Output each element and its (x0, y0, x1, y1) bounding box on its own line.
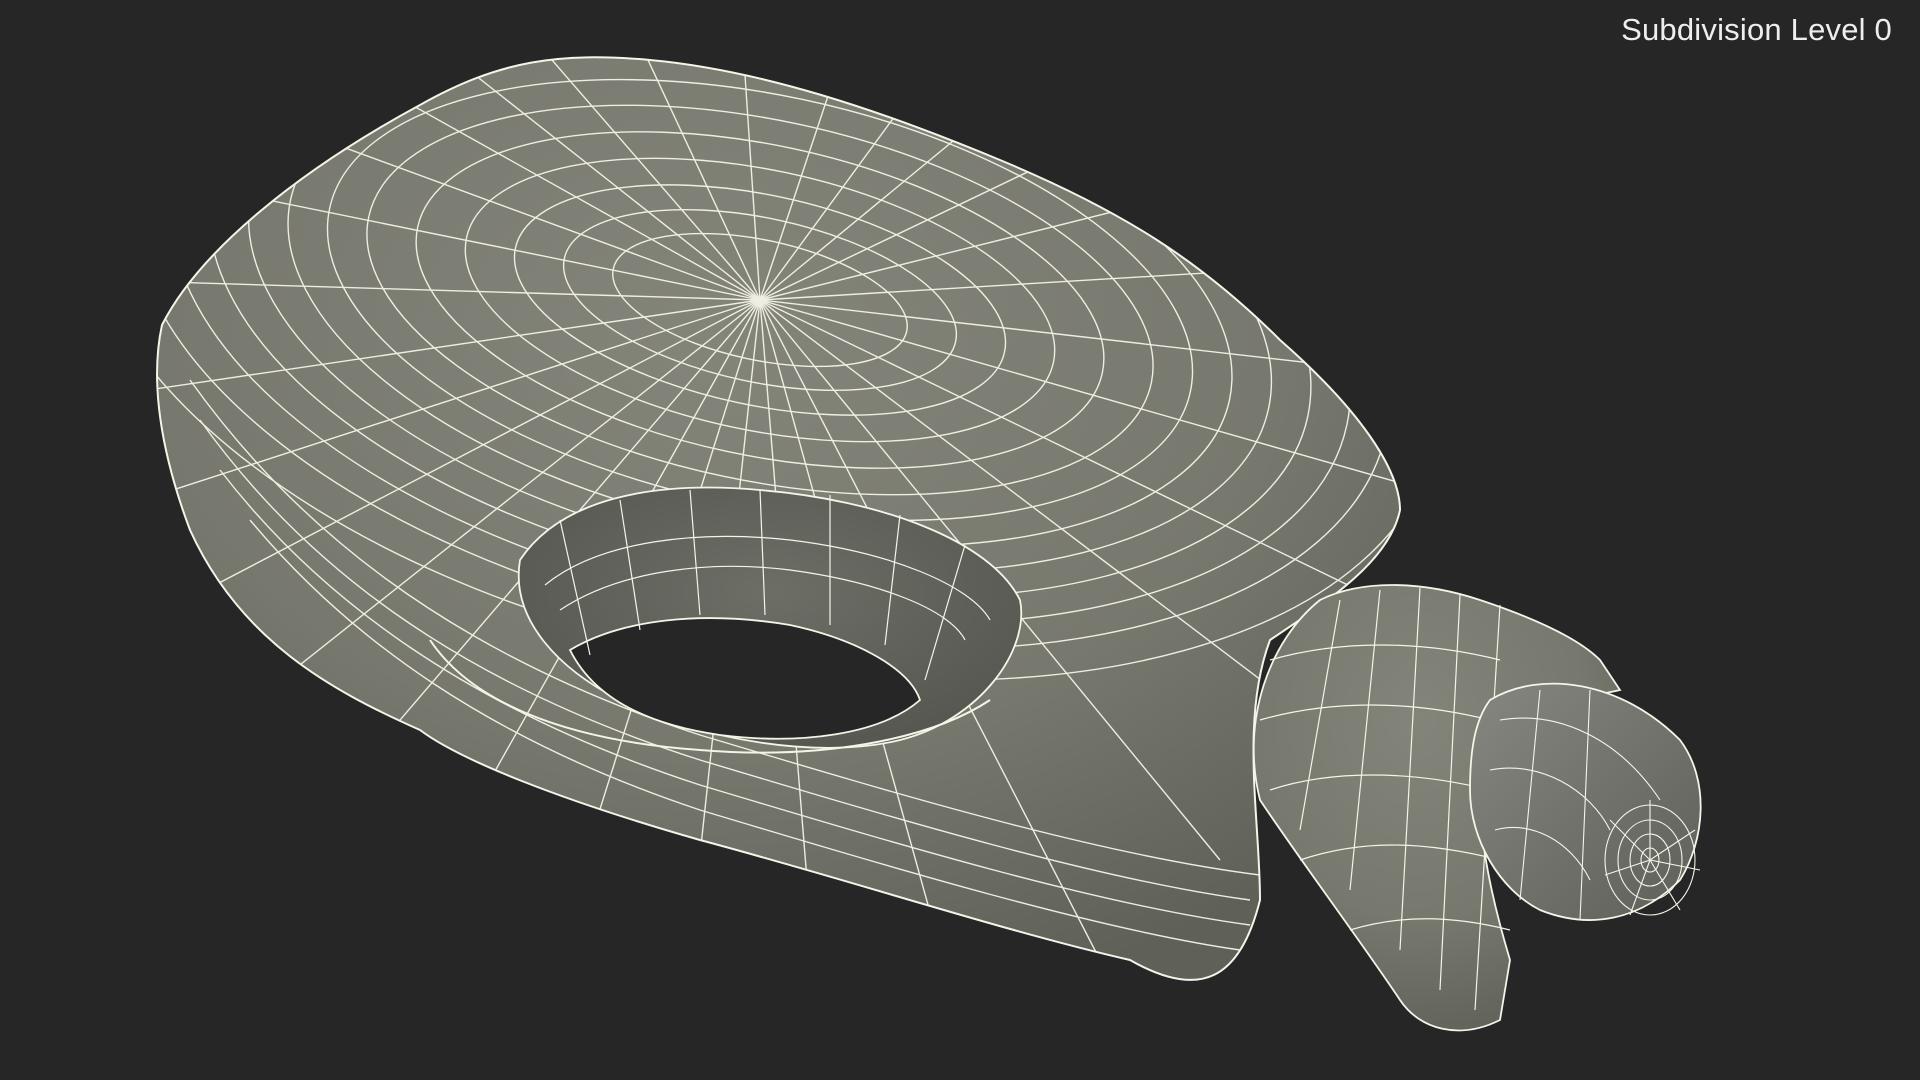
3d-viewport[interactable]: Subdivision Level 0 (0, 0, 1920, 1080)
nozzle-tip (1469, 682, 1702, 921)
wireframe-mesh-icon (156, 56, 1702, 1032)
